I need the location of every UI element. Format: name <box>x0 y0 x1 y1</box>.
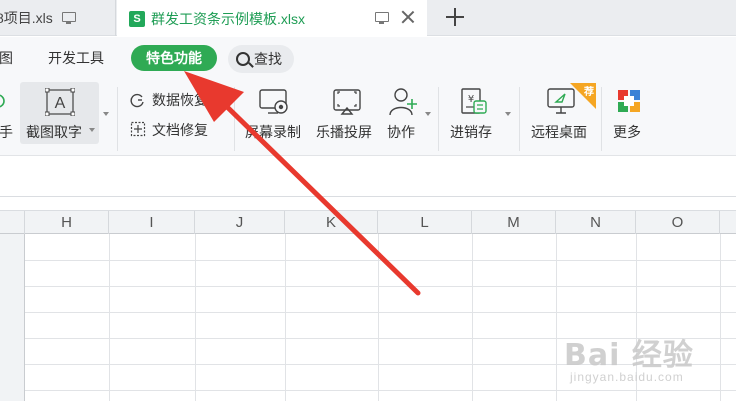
watermark: Bai 经验 jingyan.baidu.com <box>560 320 730 390</box>
watermark-main: Bai 经验 <box>564 338 694 373</box>
watermark-sub: jingyan.baidu.com <box>570 370 684 384</box>
